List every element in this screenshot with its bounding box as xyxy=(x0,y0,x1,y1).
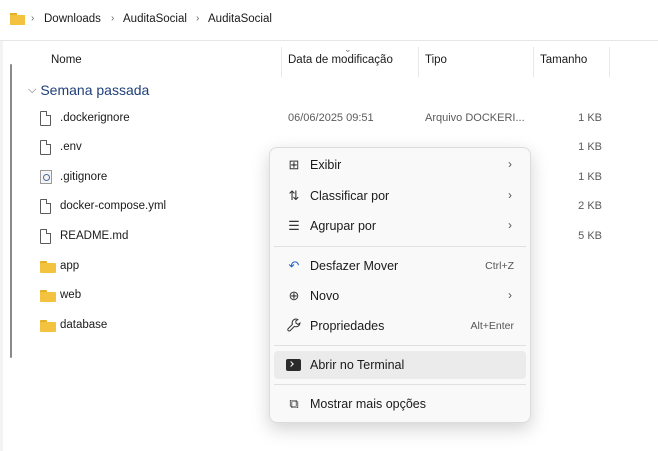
menu-item-novo[interactable]: ⊕ Novo › xyxy=(274,282,526,310)
chevron-down-icon: ⌵ xyxy=(28,83,37,96)
column-divider[interactable] xyxy=(533,47,534,77)
chevron-right-icon: › xyxy=(508,188,512,202)
menu-separator xyxy=(274,345,526,346)
menu-item-agrupar-por[interactable]: ☰ Agrupar por › xyxy=(274,212,526,240)
breadcrumb-item-downloads[interactable]: Downloads xyxy=(44,13,101,25)
folder-icon xyxy=(10,13,25,25)
menu-item-exibir[interactable]: ⊞ Exibir › xyxy=(274,151,526,179)
menu-separator xyxy=(274,384,526,385)
menu-item-propriedades[interactable]: Propriedades Alt+Enter xyxy=(274,312,526,340)
chevron-right-icon: › xyxy=(508,288,512,302)
breadcrumb-separator: › xyxy=(31,13,35,24)
menu-item-shortcut: Ctrl+Z xyxy=(485,260,514,272)
list-item[interactable]: .dockerignore 06/06/2025 09:51 Arquivo D… xyxy=(30,104,630,134)
group-header-last-week[interactable]: ⌵ Semana passada xyxy=(28,82,149,98)
navigation-scrollbar[interactable] xyxy=(10,64,12,358)
chevron-right-icon: › xyxy=(508,218,512,232)
file-icon xyxy=(40,199,54,215)
column-divider[interactable] xyxy=(281,47,282,77)
file-icon xyxy=(40,111,54,127)
folder-name: database xyxy=(60,319,108,331)
folder-name: app xyxy=(60,260,80,272)
more-options-icon: ⧉ xyxy=(289,396,299,411)
menu-item-label: Mostrar mais opções xyxy=(310,397,427,411)
file-icon xyxy=(40,229,54,245)
file-size: 1 KB xyxy=(578,112,602,124)
menu-item-shortcut: Alt+Enter xyxy=(470,320,514,332)
file-name: .env xyxy=(60,141,82,153)
wrench-icon xyxy=(286,318,302,334)
file-size: 2 KB xyxy=(578,200,602,212)
sort-icon: ⇅ xyxy=(288,188,300,203)
column-header-date[interactable]: Data de modificação xyxy=(288,54,393,74)
file-name: README.md xyxy=(60,230,129,242)
left-pane-edge xyxy=(0,40,3,451)
terminal-icon xyxy=(286,357,302,373)
folder-name: web xyxy=(60,289,82,301)
menu-item-label: Classificar por xyxy=(310,189,390,203)
group-icon: ☰ xyxy=(288,218,300,233)
file-name: docker-compose.yml xyxy=(60,200,167,212)
folder-icon xyxy=(40,318,56,334)
gear-file-icon xyxy=(40,170,54,186)
file-name: .gitignore xyxy=(60,171,108,183)
breadcrumb-separator: › xyxy=(111,13,115,24)
menu-separator xyxy=(274,246,526,247)
context-menu: ⊞ Exibir › ⇅ Classificar por › ☰ Agrupar… xyxy=(269,147,531,423)
menu-item-abrir-no-terminal[interactable]: Abrir no Terminal xyxy=(274,351,526,379)
undo-icon: ↶ xyxy=(288,258,300,273)
menu-item-label: Abrir no Terminal xyxy=(310,358,405,372)
menu-item-classificar-por[interactable]: ⇅ Classificar por › xyxy=(274,182,526,210)
group-header-label: Semana passada xyxy=(40,82,150,98)
file-size: 1 KB xyxy=(578,141,602,153)
file-name: .dockerignore xyxy=(60,112,130,124)
file-type: Arquivo DOCKERI... xyxy=(425,112,525,124)
chevron-right-icon: › xyxy=(508,157,512,171)
menu-item-mostrar-mais-opcoes[interactable]: ⧉ Mostrar mais opções xyxy=(274,390,526,418)
folder-icon xyxy=(40,259,56,275)
menu-item-label: Desfazer Mover xyxy=(310,259,399,273)
menu-item-desfazer-mover[interactable]: ↶ Desfazer Mover Ctrl+Z xyxy=(274,252,526,280)
folder-icon xyxy=(40,288,56,304)
breadcrumb-item-auditasocial-current[interactable]: AuditaSocial xyxy=(208,13,272,25)
breadcrumb-item-auditasocial[interactable]: AuditaSocial xyxy=(123,13,187,25)
column-header-name[interactable]: Nome xyxy=(51,54,82,74)
file-icon xyxy=(40,140,54,156)
column-header-type[interactable]: Tipo xyxy=(425,54,447,74)
column-header-size[interactable]: Tamanho xyxy=(540,54,587,74)
breadcrumb: › Downloads › AuditaSocial › AuditaSocia… xyxy=(0,0,658,41)
menu-item-label: Exibir xyxy=(310,158,342,172)
view-grid-icon: ⊞ xyxy=(288,157,300,172)
menu-item-label: Propriedades xyxy=(310,319,385,333)
new-icon: ⊕ xyxy=(288,288,300,303)
column-divider[interactable] xyxy=(418,47,419,77)
file-size: 5 KB xyxy=(578,230,602,242)
breadcrumb-separator: › xyxy=(196,13,200,24)
file-size: 1 KB xyxy=(578,171,602,183)
menu-item-label: Agrupar por xyxy=(310,219,377,233)
file-date: 06/06/2025 09:51 xyxy=(288,112,374,124)
column-divider[interactable] xyxy=(609,47,610,77)
menu-item-label: Novo xyxy=(310,289,340,303)
